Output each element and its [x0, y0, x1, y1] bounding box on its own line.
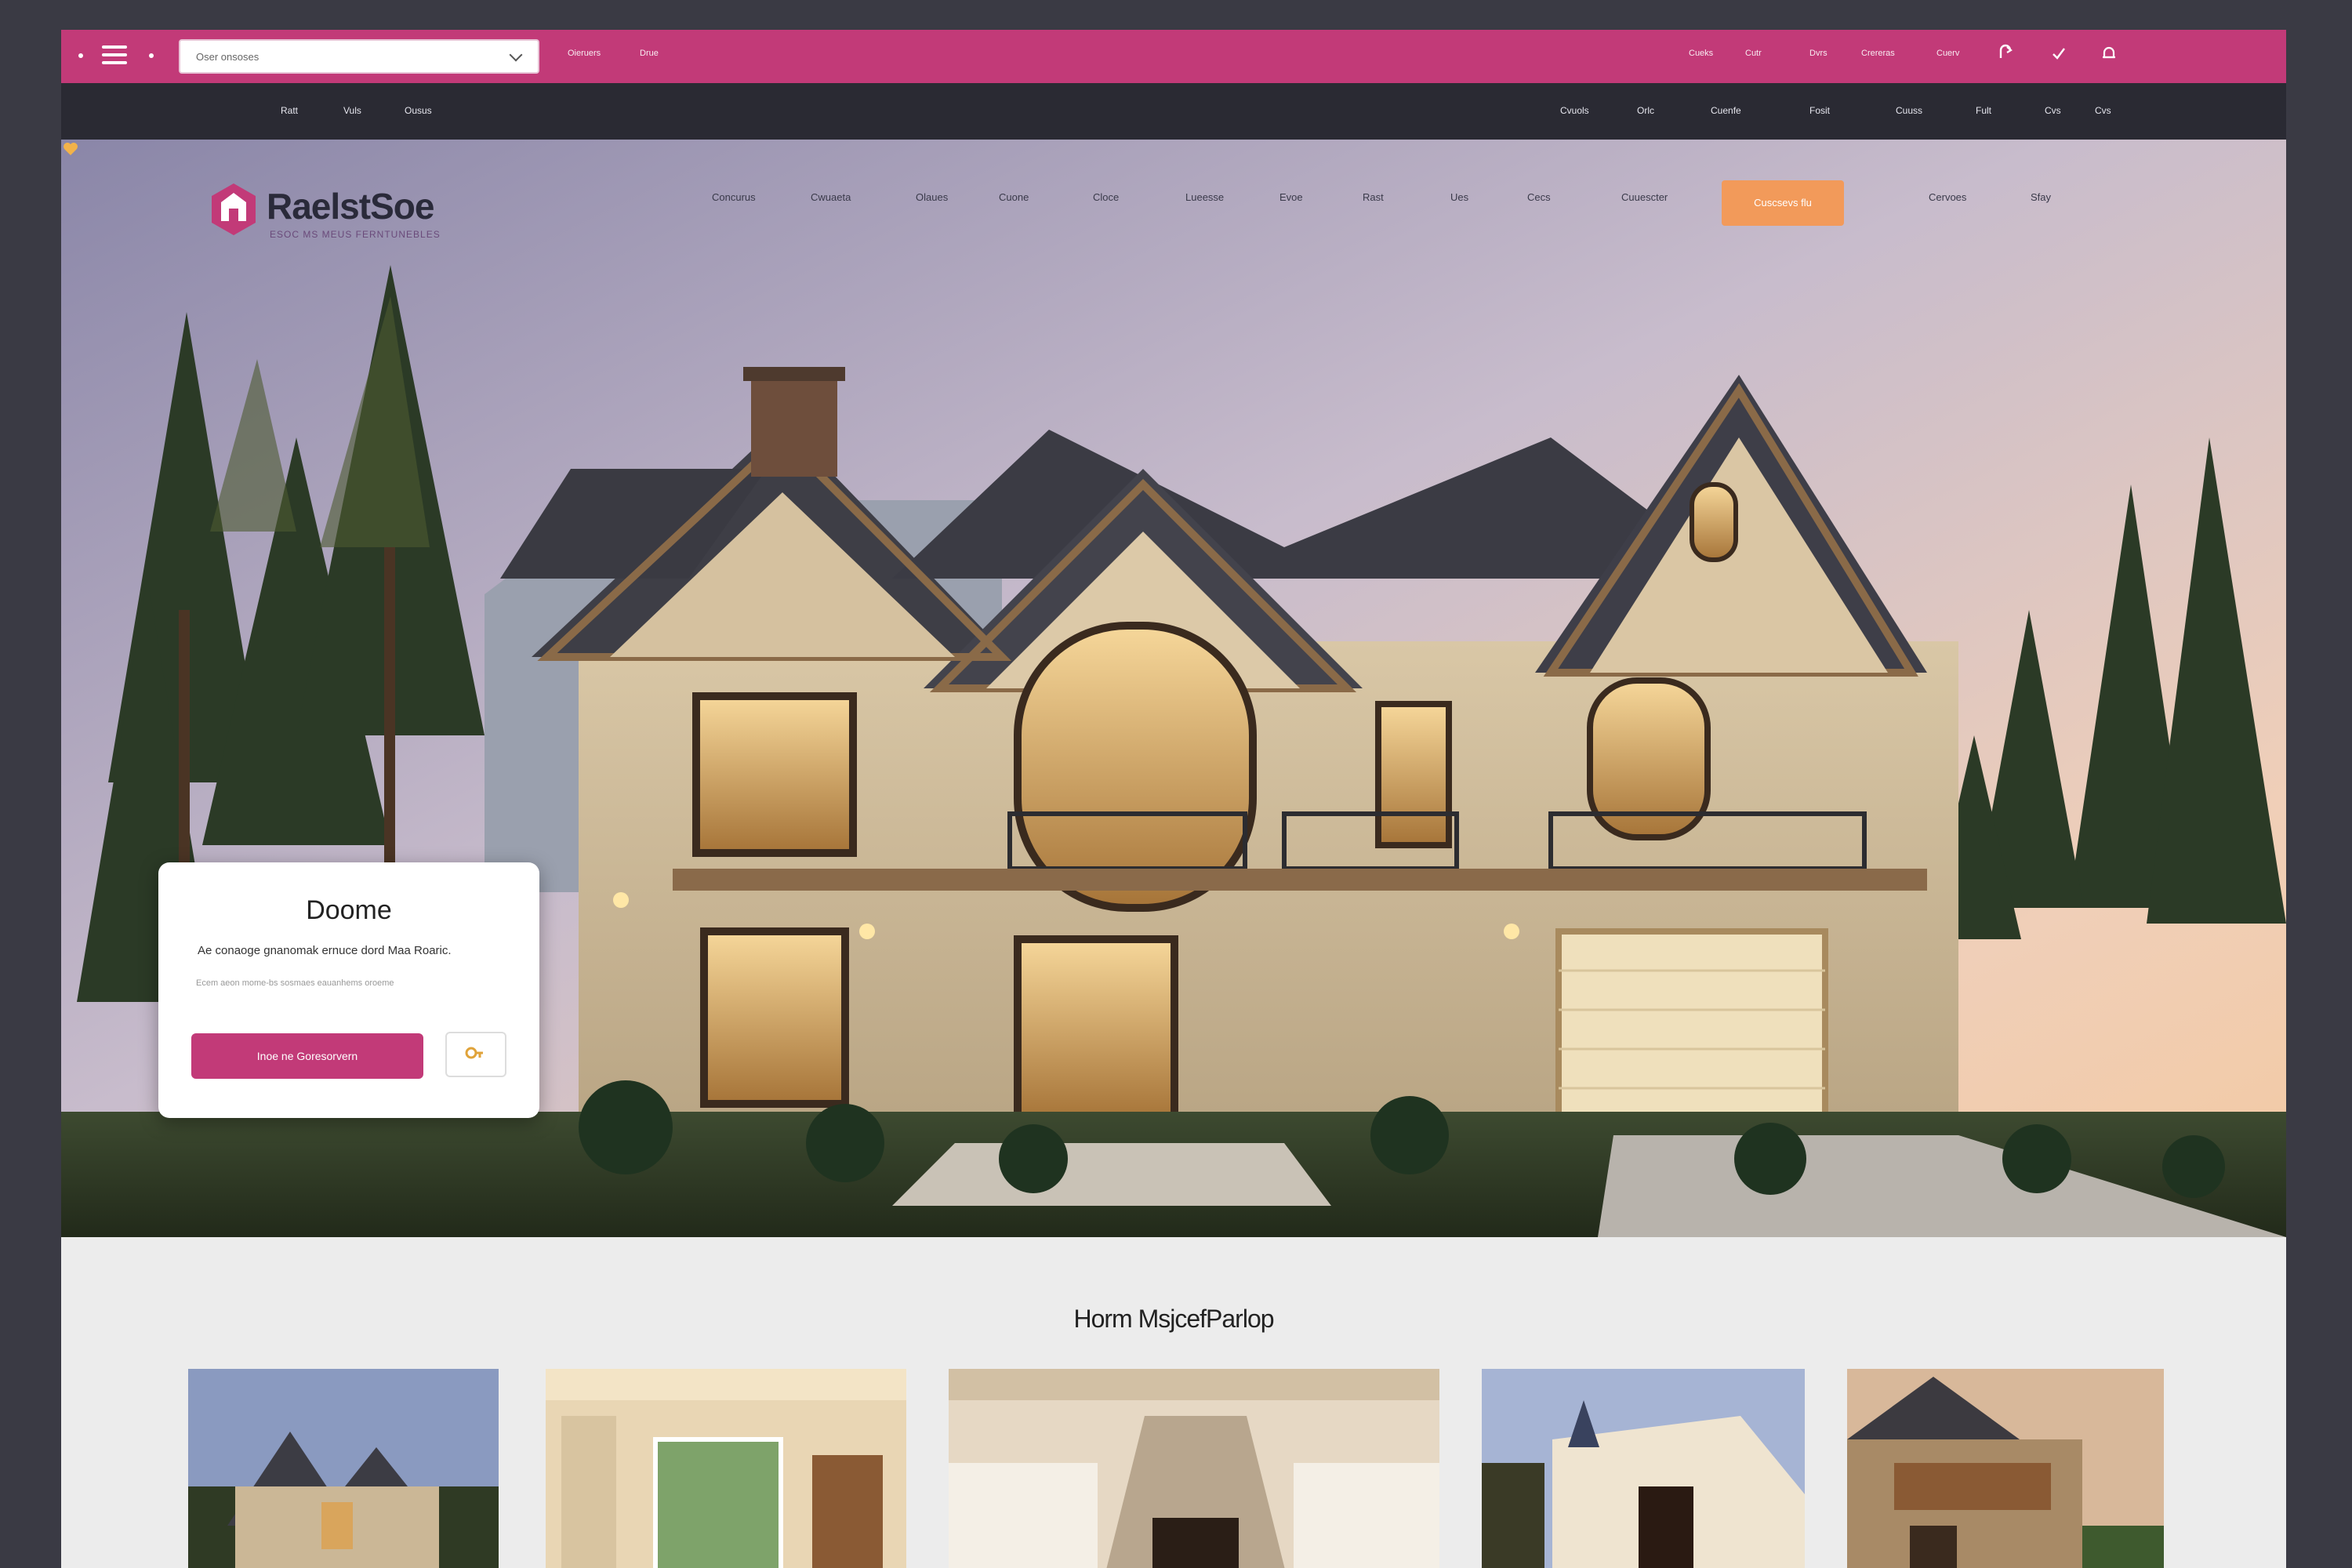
- main-nav-item[interactable]: Cuuescter: [1621, 191, 1668, 203]
- house-logo-icon: [212, 183, 256, 235]
- section-title: Horm MsjcefParlop: [1073, 1305, 1274, 1333]
- refresh-icon[interactable]: [1996, 44, 2015, 63]
- property-thumb-5[interactable]: [1847, 1369, 2164, 1568]
- check-icon[interactable]: [2049, 44, 2068, 63]
- property-thumb-2[interactable]: [546, 1369, 906, 1568]
- top-link[interactable]: Dvrs: [1809, 49, 1828, 58]
- browser-frame: Oser onsoses Oieruers Drue Cueks Cutr Dv…: [61, 30, 2286, 1568]
- dot-icon: [78, 53, 83, 58]
- main-nav-item[interactable]: Olaues: [916, 191, 948, 203]
- featured-section: Horm MsjcefParlop: [61, 1237, 2286, 1568]
- top-link[interactable]: Oieruers: [568, 49, 601, 58]
- card-fine-print: Ecem aeon mome-bs sosmaes eauanhems oroe…: [196, 978, 394, 988]
- property-thumb-4[interactable]: [1482, 1369, 1805, 1568]
- secondary-nav-item[interactable]: Vuls: [343, 105, 361, 116]
- top-link[interactable]: Cueks: [1689, 49, 1713, 58]
- hero-section: RaelstSoe ESOC MS MEUS FERNTUNEBLES Conc…: [61, 140, 2286, 1237]
- card-title: Doome: [306, 895, 392, 925]
- top-link[interactable]: Drue: [640, 49, 659, 58]
- main-nav-item[interactable]: Ues: [1450, 191, 1468, 203]
- main-nav-item[interactable]: Cloce: [1093, 191, 1119, 203]
- main-nav-item[interactable]: Cecs: [1527, 191, 1551, 203]
- main-nav-item[interactable]: Lueesse: [1185, 191, 1224, 203]
- hamburger-menu-icon[interactable]: [102, 45, 127, 66]
- property-thumb-3[interactable]: [949, 1369, 1439, 1568]
- property-thumb-1[interactable]: [188, 1369, 499, 1568]
- nav-cta-button[interactable]: Cuscsevs flu: [1722, 180, 1844, 226]
- chevron-down-icon: [509, 48, 523, 62]
- secondary-nav-item[interactable]: Fult: [1976, 105, 1991, 116]
- bell-icon[interactable]: [2100, 44, 2118, 63]
- card-primary-button[interactable]: Inoe ne Goresorvern: [191, 1033, 423, 1079]
- secondary-nav-item[interactable]: Orlc: [1637, 105, 1654, 116]
- card-secondary-button[interactable]: [445, 1032, 506, 1077]
- secondary-nav: Ratt Vuls Ousus Cvuols Orlc Cuenfe Fosit…: [61, 83, 2286, 140]
- brand-name: RaelstSoe: [267, 186, 434, 227]
- secondary-nav-item[interactable]: Ratt: [281, 105, 298, 116]
- top-link[interactable]: Crereras: [1861, 49, 1895, 58]
- location-select-value: Oser onsoses: [196, 51, 260, 63]
- top-bar: Oser onsoses Oieruers Drue Cueks Cutr Dv…: [61, 30, 2286, 83]
- secondary-nav-item[interactable]: Cuenfe: [1711, 105, 1741, 116]
- secondary-nav-item[interactable]: Cvs: [2045, 105, 2061, 116]
- main-nav-item[interactable]: Sfay: [2031, 191, 2051, 203]
- main-nav-item[interactable]: Rast: [1363, 191, 1384, 203]
- main-nav-item[interactable]: Evoe: [1279, 191, 1303, 203]
- secondary-nav-item[interactable]: Ousus: [405, 105, 432, 116]
- top-link[interactable]: Cutr: [1745, 49, 1762, 58]
- main-nav-item[interactable]: Cervoes: [1929, 191, 1966, 203]
- card-subtitle: Ae conaoge gnanomak ernuce dord Maa Roar…: [198, 944, 452, 957]
- main-nav-item[interactable]: Concurus: [712, 191, 756, 203]
- dot-icon: [149, 53, 154, 58]
- location-select[interactable]: Oser onsoses: [179, 39, 539, 74]
- secondary-nav-item[interactable]: Cvs: [2095, 105, 2111, 116]
- main-nav-item[interactable]: Cwuaeta: [811, 191, 851, 203]
- secondary-nav-item[interactable]: Cvuols: [1560, 105, 1589, 116]
- top-link[interactable]: Cuerv: [1936, 49, 1959, 58]
- key-icon: [465, 1047, 483, 1059]
- secondary-nav-item[interactable]: Cuuss: [1896, 105, 1922, 116]
- heart-icon[interactable]: [61, 140, 80, 158]
- main-nav-item[interactable]: Cuone: [999, 191, 1029, 203]
- brand-tagline: ESOC MS MEUS FERNTUNEBLES: [270, 229, 441, 240]
- secondary-nav-item[interactable]: Fosit: [1809, 105, 1830, 116]
- hero-info-card: Doome Ae conaoge gnanomak ernuce dord Ma…: [158, 862, 539, 1118]
